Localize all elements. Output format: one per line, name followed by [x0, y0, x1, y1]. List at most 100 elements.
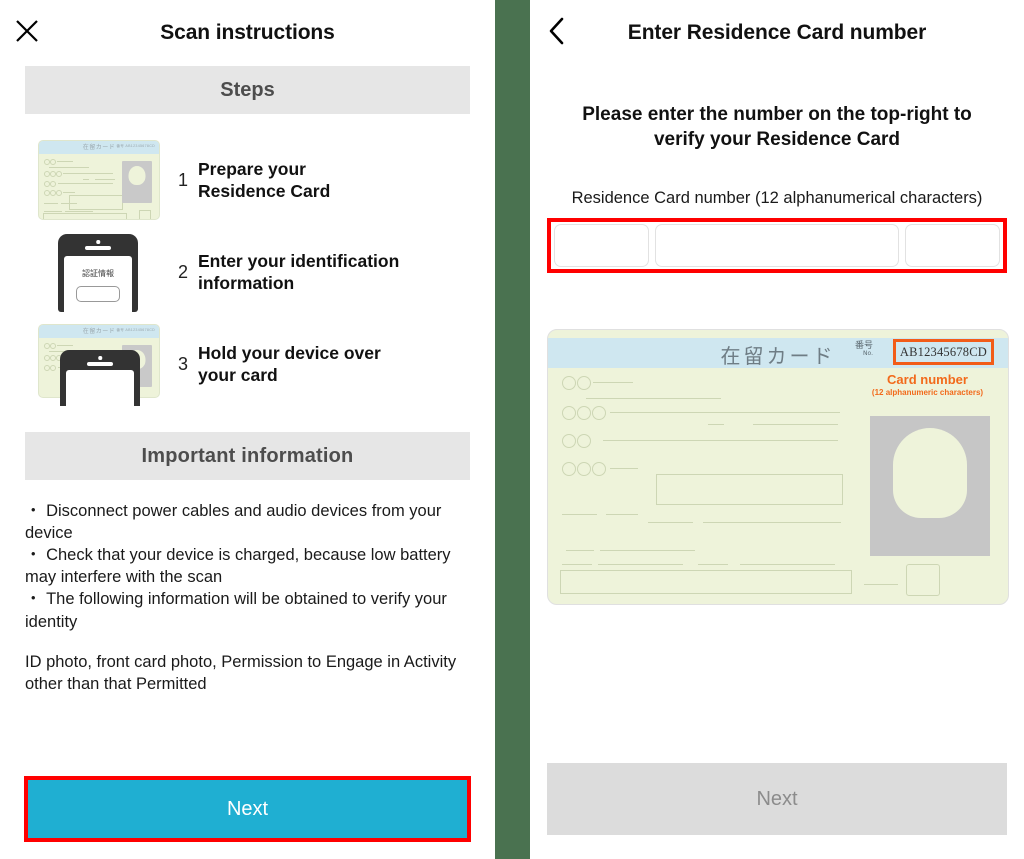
card-deco-circle: [562, 375, 576, 390]
card-number-input-segment-3[interactable]: [905, 223, 1000, 267]
card-deco-circle: [562, 405, 576, 420]
step-item: 在留カード 番号 AB12345678CD: [0, 318, 495, 410]
card-deco-box: [69, 195, 123, 210]
card-deco-line: [63, 192, 75, 193]
right-page-title: Enter Residence Card number: [627, 21, 927, 44]
card-number-label: 番号 No.: [855, 341, 873, 358]
dual-screen-comparison: Scan instructions Steps 在留カード 番号 AB12345…: [0, 0, 1024, 859]
card-number-input-segment-1[interactable]: [554, 223, 649, 267]
residence-card-thumbnail: 在留カード 番号 AB12345678CD: [38, 140, 160, 220]
card-deco-circle: [50, 365, 56, 371]
card-deco-line: [600, 549, 695, 552]
phone-camera-dot: [96, 240, 100, 244]
card-number-input-segment-2[interactable]: [655, 223, 899, 267]
card-deco-line: [708, 423, 724, 426]
card-number-label-en: No.: [863, 349, 873, 357]
card-deco-line: [698, 563, 728, 566]
card-deco-line: [562, 563, 592, 566]
phone-speaker: [87, 362, 113, 366]
phone-screen-text: 認証情報: [82, 269, 114, 278]
card-deco-line: [57, 345, 73, 346]
step-item: 認証情報 2 Enter your identification informat…: [0, 226, 495, 318]
card-photo-placeholder: [122, 161, 152, 203]
card-deco-box: [560, 569, 852, 594]
steps-list: 在留カード 番号 AB12345678CD 1 Prepare your Res…: [0, 134, 495, 410]
phone-screen-input: [76, 286, 120, 302]
card-deco-line: [49, 167, 89, 168]
next-button-highlight: Next: [24, 776, 471, 842]
card-deco-line: [44, 211, 62, 212]
card-deco-line: [593, 381, 633, 384]
phone-illustration: 認証情報: [58, 234, 138, 312]
close-icon: [14, 18, 40, 49]
card-deco-circle: [562, 433, 576, 448]
phone-screen: 認証情報: [64, 256, 132, 312]
card-deco-line: [753, 423, 838, 426]
phone-illustration: [60, 350, 140, 406]
card-deco-circle: [592, 405, 606, 420]
next-button-label: Next: [226, 797, 269, 820]
step-label: Hold your device over your card: [198, 342, 381, 385]
back-button[interactable]: [530, 0, 584, 66]
right-navbar: Enter Residence Card number: [530, 0, 1024, 66]
card-deco-line: [65, 211, 93, 212]
step-2-illustration: 認証情報: [38, 232, 160, 312]
left-navbar: Scan instructions: [0, 0, 495, 66]
card-deco-line: [566, 549, 594, 552]
info-line: ・ Check that your device is charged, bec…: [25, 546, 451, 587]
card-number-input-highlight: [547, 217, 1007, 273]
chevron-left-icon: [546, 16, 568, 51]
card-deco-circle: [577, 433, 591, 448]
info-line: ・ The following information will be obta…: [25, 590, 447, 631]
card-deco-line: [703, 521, 841, 524]
card-deco-line: [610, 467, 638, 470]
card-deco-circle: [56, 171, 62, 177]
residence-card-illustration: 在留カード 番号 No. AB12345678CD Card number (1…: [547, 328, 1009, 605]
step-label: Prepare your Residence Card: [198, 158, 331, 201]
card-deco-line: [648, 521, 693, 524]
card-thumb-number: 番号 AB12345678CD: [116, 328, 155, 332]
card-deco-line: [603, 439, 838, 442]
instruction-subtitle: Please enter the number on the top-right…: [582, 104, 972, 151]
residence-card-example: 在留カード 番号 No. AB12345678CD Card number (1…: [547, 328, 1009, 605]
card-deco-line: [610, 411, 840, 414]
card-deco-box: [656, 473, 843, 505]
card-number-highlight-box: AB12345678CD: [892, 338, 994, 365]
step-3-illustration: 在留カード 番号 AB12345678CD: [38, 324, 160, 406]
card-deco-line: [740, 563, 835, 566]
card-deco-circle: [577, 405, 591, 420]
steps-section-header: Steps: [25, 66, 470, 114]
step-1-illustration: 在留カード 番号 AB12345678CD: [38, 140, 160, 220]
card-deco-box: [139, 210, 151, 219]
left-page-title: Scan instructions: [160, 21, 335, 44]
step-number: 2: [177, 261, 188, 282]
step-number: 1: [177, 169, 188, 190]
card-deco-line: [44, 203, 58, 204]
card-deco-line: [95, 179, 115, 180]
info-line: ・ Disconnect power cables and audio devi…: [25, 502, 442, 543]
card-deco-circle: [562, 461, 576, 476]
card-number-value: AB12345678CD: [899, 344, 987, 359]
enter-card-number-screen: Enter Residence Card number Please enter…: [530, 0, 1024, 859]
next-button-label: Next: [756, 787, 798, 810]
phone-camera-dot: [98, 356, 102, 360]
card-deco-line: [61, 203, 77, 204]
phone-screen: [66, 370, 134, 406]
close-button[interactable]: [0, 0, 54, 66]
steps-section-title: Steps: [220, 78, 275, 101]
card-number-annotation: Card number (12 alphanumeric characters): [861, 372, 994, 397]
next-button-disabled[interactable]: Next: [547, 763, 1007, 835]
card-deco-line: [63, 173, 113, 174]
card-deco-circle: [50, 159, 56, 165]
card-deco-box: [906, 563, 940, 596]
important-information-header: Important information: [25, 432, 470, 480]
card-deco-line: [83, 179, 89, 180]
card-deco-line: [562, 513, 597, 516]
scan-instructions-screen: Scan instructions Steps 在留カード 番号 AB12345…: [0, 0, 495, 859]
card-deco-circle: [577, 461, 591, 476]
next-button[interactable]: Next: [28, 780, 467, 838]
step-label: Enter your identification information: [198, 250, 400, 293]
card-thumb-number: 番号 AB12345678CD: [116, 144, 155, 148]
card-deco-circle: [592, 461, 606, 476]
